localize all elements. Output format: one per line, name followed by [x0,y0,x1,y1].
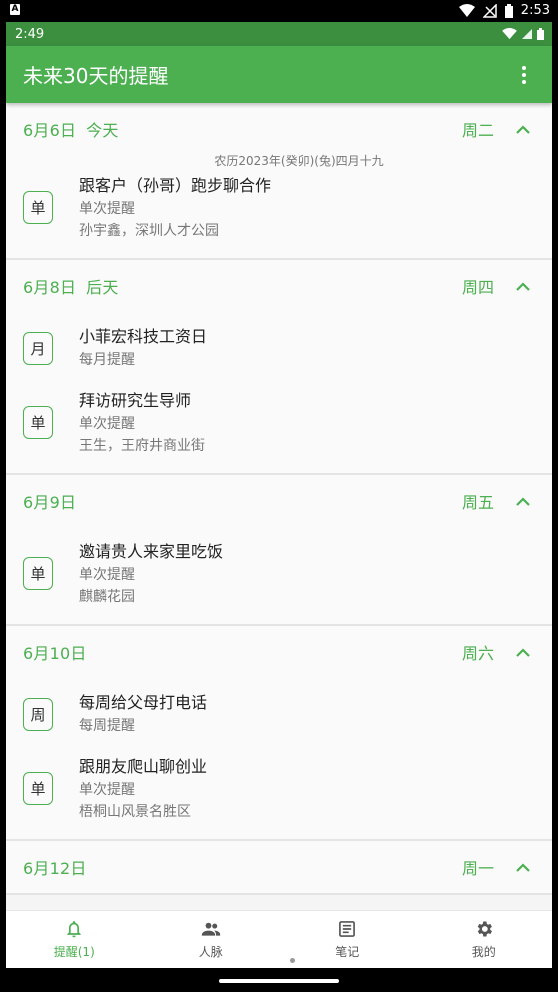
nav-label: 笔记 [335,945,360,959]
nav-item-note[interactable]: 笔记 [279,911,416,968]
date-label: 6月10日 [23,644,87,663]
chevron-up-icon[interactable] [516,124,530,134]
chevron-up-icon[interactable] [516,281,530,291]
people-icon [201,919,221,939]
reminder-title: 拜访研究生导师 [79,390,192,410]
home-indicator[interactable] [219,979,339,983]
reminder-type: 单次提醒 [79,415,135,432]
signal-icon [522,29,532,39]
reminder-detail: 王生，王府井商业街 [79,437,205,454]
reminder-detail: 麒麟花园 [79,588,135,605]
reminder-item[interactable]: 单 邀请贵人来家里吃饭 单次提醒麒麟花园 [6,535,552,612]
nav-item-gear[interactable]: 我的 [416,911,553,968]
section-header[interactable]: 6月12日 周一 [6,841,552,893]
reminder-type: 单次提醒 [79,566,135,583]
date-section: 6月10日 周六周 每周给父母打电话 每周提醒单 跟朋友爬山聊创业 单次提醒梧桐山风景名胜… [6,626,552,841]
nav-item-people[interactable]: 人脉 [143,911,280,968]
reminder-item[interactable]: 月 小菲宏科技工资日 每月提醒 [6,320,552,376]
reminder-list[interactable]: 6月6日 今天 周二 农历2023年(癸卯)(兔)四月十九单跟客户（孙哥）跑步聊合作单… [6,103,552,911]
weekday-label: 周五 [461,493,494,512]
reminder-type: 每月提醒 [79,352,135,368]
reminder-type: 单次提醒 [79,781,135,798]
weekday-label: 周四 [461,278,494,297]
system-status-bar: A 2:53 [0,0,558,22]
chevron-up-icon[interactable] [516,647,530,657]
section-date: 6月10日 [23,640,87,664]
section-header[interactable]: 6月10日 周六 [6,626,552,678]
gear-icon [474,919,494,939]
reminder-detail: 孙宇鑫，深圳人才公园 [79,222,219,239]
system-time: 2:53 [520,3,550,18]
reminder-title: 跟朋友爬山聊创业 [79,756,208,776]
wifi-icon [458,3,475,17]
section-date: 6月12日 [23,855,87,879]
reminder-title: 跟客户（孙哥）跑步聊合作 [79,175,272,195]
page-title: 未来30天的提醒 [23,64,169,88]
section-header[interactable]: 6月9日 周五 [6,475,552,527]
nav-label: 人脉 [198,945,223,959]
date-section: 6月8日 后天 周四月 小菲宏科技工资日 每月提醒单 拜访研究生导师 单次提醒王生，王府井商… [6,260,552,475]
relative-day-label: 后天 [86,278,119,297]
reminder-type-badge: 单 [23,406,53,439]
reminder-title: 邀请贵人来家里吃饭 [79,541,224,561]
no-signal-icon [482,3,497,18]
date-label: 6月12日 [23,859,87,878]
date-label: 6月6日 [23,121,77,140]
app-bar: 未来30天的提醒 [6,46,552,103]
nav-item-bell[interactable]: 提醒(1) [6,911,143,968]
reminder-title: 每周给父母打电话 [79,693,208,712]
date-section: 6月6日 今天 周二农历2023年(癸卯)(兔)四月十九单 跟客户（孙哥）跑步聊合作单… [6,103,552,260]
weekday-label: 周六 [461,644,494,663]
section-header[interactable]: 6月6日 今天 周二 [6,103,552,155]
more-options-icon[interactable] [512,63,536,87]
date-section: 6月12日 周一 [6,841,552,895]
battery-icon [537,28,544,40]
weekday-label: 周二 [461,121,494,140]
date-label: 6月9日 [23,493,77,512]
battery-icon [504,3,513,18]
date-label: 6月8日 [23,278,77,297]
app-status-bar: 2:49 [6,22,552,46]
bell-icon [64,919,84,939]
reminder-type-badge: 周 [23,697,53,731]
reminder-title: 小菲宏科技工资日 [79,327,208,346]
notification-a-icon: A [10,4,20,15]
reminder-item[interactable]: 单 跟朋友爬山聊创业 单次提醒梧桐山风景名胜区 [6,750,552,827]
wifi-icon [502,28,517,40]
section-date: 6月6日 今天 [23,117,119,141]
weekday-label: 周一 [461,859,494,878]
app-status-time: 2:49 [15,26,45,42]
note-icon [337,919,357,939]
reminder-detail: 梧桐山风景名胜区 [79,803,191,820]
section-date: 6月9日 [23,489,76,513]
reminder-type: 每周提醒 [79,718,135,734]
reminder-item[interactable]: 单 跟客户（孙哥）跑步聊合作 单次提醒孙宇鑫，深圳人才公园 [6,169,552,246]
section-date: 6月8日 后天 [23,274,119,298]
relative-day-label: 今天 [86,121,119,140]
date-section: 6月9日 周五单 邀请贵人来家里吃饭 单次提醒麒麟花园 [6,475,552,626]
reminder-type-badge: 单 [23,772,53,805]
chevron-up-icon[interactable] [516,496,530,506]
reminder-type-badge: 月 [23,331,53,365]
reminder-type-badge: 单 [23,191,53,224]
reminder-type: 单次提醒 [79,200,135,217]
lunar-date: 农历2023年(癸卯)(兔)四月十九 [214,154,384,168]
nav-label: 提醒(1) [53,945,95,959]
bottom-navigation: 提醒(1) 人脉 笔记 我的 [6,910,552,968]
section-header[interactable]: 6月8日 后天 周四 [6,260,552,312]
chevron-up-icon[interactable] [516,862,530,872]
reminder-type-badge: 单 [23,557,53,590]
reminder-item[interactable]: 周 每周给父母打电话 每周提醒 [6,686,552,742]
nav-label: 我的 [471,945,496,959]
app-screen: 2:49 未来30天的提醒 6月6日 今天 周二农历2023年(癸卯)(兔)四月十九… [6,22,552,968]
reminder-item[interactable]: 单 拜访研究生导师 单次提醒王生，王府井商业街 [6,384,552,461]
nav-indicator-dot [290,958,295,963]
